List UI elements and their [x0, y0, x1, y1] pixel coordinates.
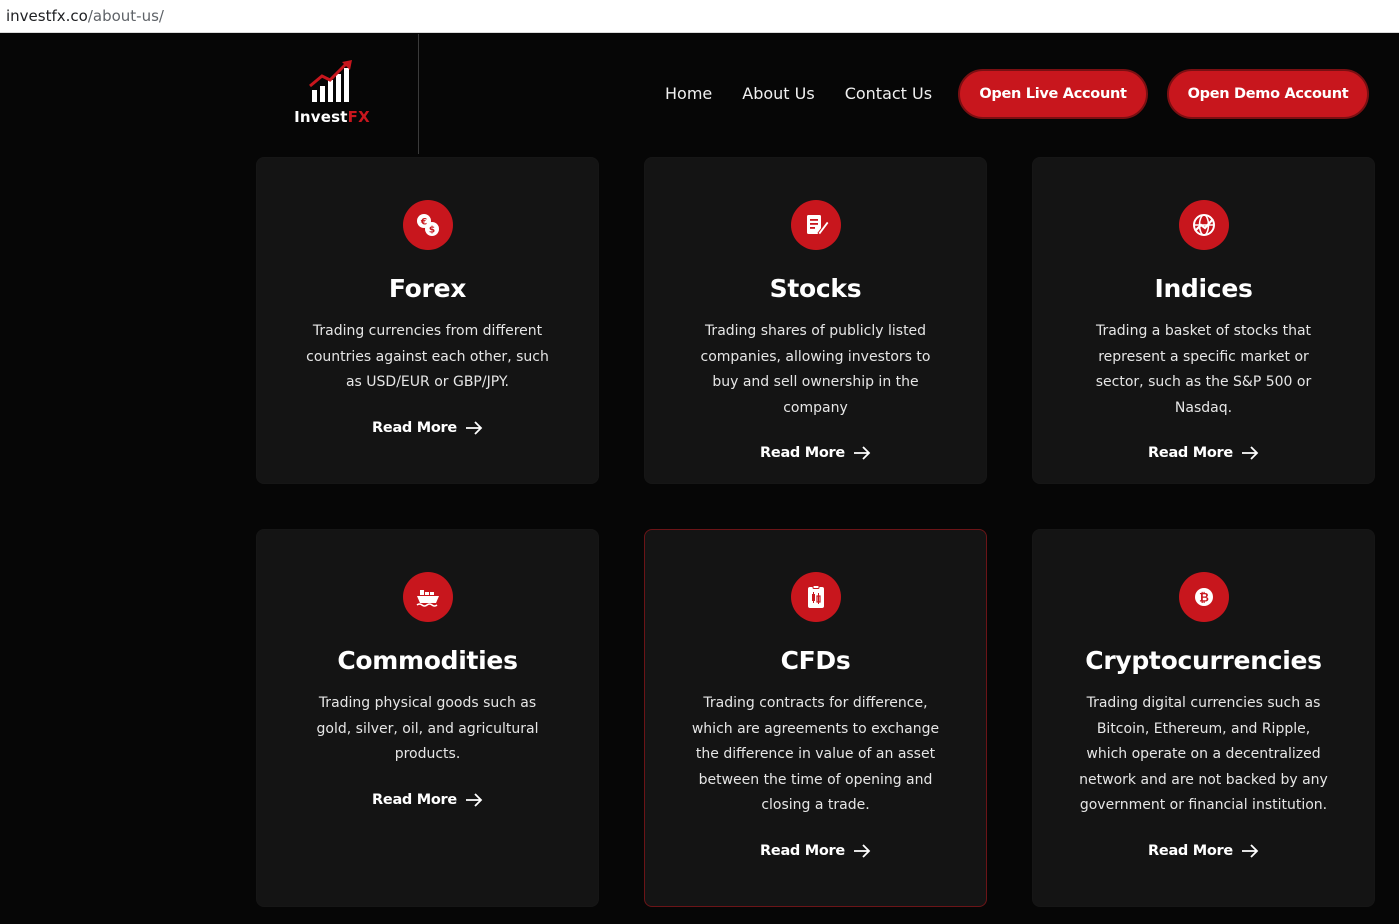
arrow-right-icon: [465, 420, 483, 435]
url-path: /about-us/: [87, 7, 164, 25]
card-title: Stocks: [769, 274, 862, 303]
card-description: Trading a basket of stocks that represen…: [1095, 323, 1312, 416]
address-bar[interactable]: investfx.co/about-us/: [0, 0, 1399, 33]
arrow-right-icon: [853, 446, 871, 460]
card-cfds: CFDs Trading contracts for difference, w…: [644, 529, 987, 907]
card-description: Trading digital currencies such as Bitco…: [1079, 695, 1328, 813]
card-description: Trading shares of publicly listed compan…: [700, 323, 931, 416]
card-description: Trading contracts for difference, which …: [691, 695, 940, 813]
card-indices: Indices Trading a basket of stocks that …: [1032, 157, 1375, 484]
brand-logo[interactable]: InvestFX: [290, 60, 374, 132]
url-host: investfx.co: [6, 7, 88, 25]
card-stocks: Stocks Trading shares of publicly listed…: [644, 157, 987, 484]
bar-chart-logo-icon: [309, 60, 352, 102]
currency-exchange-icon: € $: [402, 200, 453, 250]
svg-text:₿: ₿: [1199, 591, 1209, 605]
read-more-link[interactable]: Read More: [760, 843, 871, 859]
header-divider: [418, 34, 419, 154]
arrow-right-icon: [1241, 446, 1259, 460]
open-live-account-button[interactable]: Open Live Account: [958, 69, 1148, 119]
cargo-ship-icon: [402, 572, 453, 622]
main-nav: Home About Us Contact Us: [665, 84, 932, 103]
svg-text:$: $: [428, 226, 434, 236]
read-more-link[interactable]: Read More: [372, 420, 483, 436]
candlestick-clipboard-icon: [790, 572, 841, 622]
card-commodities: Commodities Trading physical goods such …: [256, 529, 599, 907]
read-more-link[interactable]: Read More: [1148, 445, 1259, 461]
card-title: Indices: [1154, 274, 1253, 303]
nav-contact-us[interactable]: Contact Us: [845, 84, 932, 103]
bitcoin-icon: ₿: [1178, 572, 1229, 622]
card-description: Trading physical goods such as gold, sil…: [316, 695, 539, 762]
card-title: Cryptocurrencies: [1085, 646, 1322, 675]
arrow-right-icon: [1241, 843, 1259, 858]
document-pen-icon: [790, 200, 841, 250]
card-title: CFDs: [780, 646, 851, 675]
card-forex: € $ Forex Trading currencies from differe…: [256, 157, 599, 484]
svg-text:€: €: [419, 218, 426, 228]
nav-home[interactable]: Home: [665, 84, 712, 103]
brand-name: InvestFX: [294, 108, 370, 126]
arrow-right-icon: [465, 792, 483, 807]
nav-about-us[interactable]: About Us: [742, 84, 814, 103]
card-title: Commodities: [337, 646, 518, 675]
globe-chart-icon: [1178, 200, 1229, 250]
card-cryptocurrencies: ₿ Cryptocurrencies Trading digital curre…: [1032, 529, 1375, 907]
read-more-link[interactable]: Read More: [372, 792, 483, 808]
card-title: Forex: [388, 274, 467, 303]
read-more-link[interactable]: Read More: [760, 445, 871, 461]
read-more-link[interactable]: Read More: [1148, 843, 1259, 859]
arrow-right-icon: [853, 843, 871, 858]
open-demo-account-button[interactable]: Open Demo Account: [1167, 69, 1369, 119]
card-description: Trading currencies from different countr…: [306, 323, 549, 390]
